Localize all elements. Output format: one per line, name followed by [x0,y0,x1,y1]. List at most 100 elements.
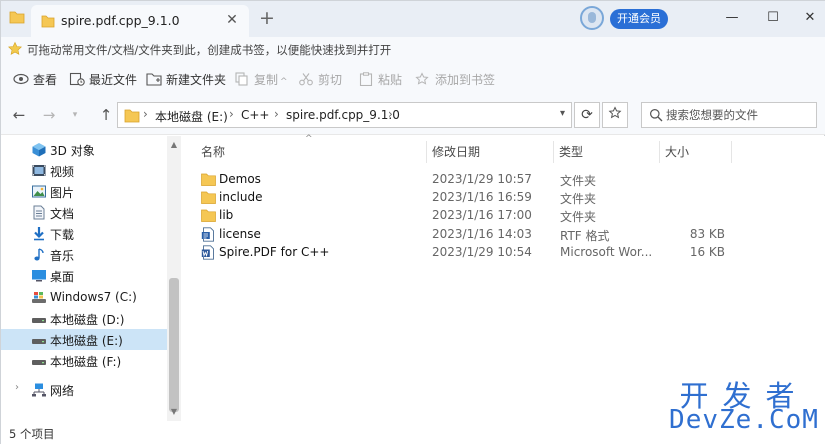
tab-active[interactable]: spire.pdf.cpp_9.1.0 ✕ [31,5,249,37]
add-bookmark-button[interactable]: 添加到书签 [415,71,495,87]
maximize-button[interactable]: ☐ [761,8,785,28]
history-dropdown-icon[interactable]: ▾ [65,105,85,125]
cut-button[interactable]: 剪切 [298,71,342,87]
column-header-name[interactable]: 名称 [201,143,225,160]
sort-ascending-icon: ^ [305,134,313,144]
sidebar-item-drive-c[interactable]: Windows7 (C:) [1,287,167,308]
title-bar: spire.pdf.cpp_9.1.0 ✕ + 开通会员 — ☐ ✕ [1,1,825,37]
minimize-button[interactable]: — [720,8,744,28]
file-modified: 2023/1/29 10:57 [432,172,532,186]
bookmark-star-icon [8,41,22,55]
cut-label: 剪切 [318,73,343,87]
up-button[interactable]: ↑ [96,105,116,125]
sidebar-item-3d-objects[interactable]: 3D 对象 [1,139,167,160]
sidebar-item-label: 桌面 [50,270,75,284]
chevron-right-icon[interactable]: › [15,382,19,393]
sidebar-item-downloads[interactable]: 下载 [1,223,167,244]
tab-close-icon[interactable]: ✕ [225,12,239,28]
search-box[interactable] [641,102,817,128]
sidebar-item-desktop[interactable]: 桌面 [1,265,167,286]
file-modified: 2023/1/29 10:54 [432,245,532,259]
watermark: 开发者 DevZe.CoM [669,373,819,439]
file-row[interactable]: include 2023/1/16 16:59 文件夹 [197,189,737,207]
file-type: 文件夹 [560,192,597,206]
recent-files-button[interactable]: 最近文件 [69,71,137,87]
sidebar-item-music[interactable]: 音乐 [1,244,167,265]
search-input[interactable] [666,106,814,124]
column-divider[interactable] [659,141,660,163]
file-manager-window: spire.pdf.cpp_9.1.0 ✕ + 开通会员 — ☐ ✕ 可拖动常用… [0,0,825,444]
column-divider[interactable] [426,141,427,163]
drive-icon [32,339,46,344]
item-count: 5 个项目 [9,427,55,441]
sidebar-item-label: 音乐 [50,249,75,263]
file-row[interactable]: lib 2023/1/16 17:00 文件夹 [197,207,737,225]
sidebar-item-documents[interactable]: 文档 [1,202,167,223]
pin-button[interactable] [602,102,628,128]
navigation-bar: ← → ▾ ↑ › 本地磁盘 (E:) › C++ › spire.pdf.cp… [1,95,825,135]
back-button[interactable]: ← [9,105,29,125]
add-bookmark-icon [415,72,429,85]
column-divider[interactable] [731,141,732,163]
close-button[interactable]: ✕ [798,8,822,28]
file-type: 文件夹 [560,210,597,224]
column-header-size[interactable]: 大小 [665,143,689,160]
sidebar-item-label: 图片 [50,186,75,200]
file-modified: 2023/1/16 16:59 [432,190,532,204]
sidebar-scrollbar[interactable]: ▲ ▼ [167,136,181,421]
chevron-down-icon[interactable]: ▾ [560,108,565,119]
column-divider[interactable] [553,141,554,163]
view-button[interactable]: 查看 [13,71,57,87]
avatar[interactable] [580,6,604,30]
sidebar-item-label: 文档 [50,207,75,221]
sidebar-item-label: 本地磁盘 (F:) [50,355,122,369]
sidebar-item-pictures[interactable]: 图片 [1,181,167,202]
column-header-type[interactable]: 类型 [559,143,583,160]
sidebar-item-drive-f[interactable]: 本地磁盘 (F:) [1,350,167,371]
recent-files-icon [69,72,85,86]
scissors-icon [299,73,313,86]
scroll-down-icon[interactable]: ▼ [167,405,181,419]
pin-icon [608,106,622,119]
folder-icon [124,109,140,123]
file-row[interactable]: Demos 2023/1/29 10:57 文件夹 [197,171,737,189]
tab-title: spire.pdf.cpp_9.1.0 [61,13,180,28]
folder-icon [201,191,216,204]
sidebar-item-drive-e[interactable]: 本地磁盘 (E:) [1,329,167,350]
scroll-up-icon[interactable]: ▲ [167,138,181,152]
vip-button[interactable]: 开通会员 [610,9,668,29]
breadcrumb-current[interactable]: spire.pdf.cpp_9.1.0 [286,108,400,122]
drive-icon [32,360,46,365]
new-folder-button[interactable]: 新建文件夹 [146,71,226,87]
file-type: RTF 格式 [560,229,610,243]
file-name: license [219,227,261,241]
copy-icon [235,72,248,86]
app-folder-icon [9,11,25,24]
sidebar-item-label: 视频 [50,165,75,179]
refresh-button[interactable]: ⟳ [574,102,600,128]
breadcrumb-drive-e[interactable]: 本地磁盘 (E:) [155,108,228,125]
sidebar-item-network[interactable]: › 网络 [1,379,167,400]
sidebar-item-label: 下载 [50,228,75,242]
view-label: 查看 [33,73,58,87]
file-name: Demos [219,172,261,186]
file-type: Microsoft Wor... [560,245,653,259]
paste-button[interactable]: 粘贴 [358,71,402,87]
file-row[interactable]: Spire.PDF for C++ 2023/1/29 10:54 Micros… [197,244,737,262]
breadcrumb-separator: › [274,107,279,121]
address-bar[interactable]: › 本地磁盘 (E:) › C++ › spire.pdf.cpp_9.1.0 … [117,102,572,128]
file-row[interactable]: license 2023/1/16 14:03 RTF 格式 83 KB [197,226,737,244]
downloads-icon [34,227,44,241]
breadcrumb-cpp[interactable]: C++ [241,108,270,122]
scrollbar-thumb[interactable] [169,278,179,412]
folder-icon [201,173,216,186]
sidebar-item-drive-d[interactable]: 本地磁盘 (D:) [1,308,167,329]
copy-button[interactable]: 复制 ^ [234,71,288,87]
forward-button[interactable]: → [39,105,59,125]
word-file-icon [201,245,214,260]
sidebar-item-videos[interactable]: 视频 [1,160,167,181]
column-header-modified[interactable]: 修改日期 [432,143,480,160]
copy-label: 复制 [254,73,279,87]
file-size: 83 KB [689,227,725,241]
new-tab-button[interactable]: + [258,7,276,29]
